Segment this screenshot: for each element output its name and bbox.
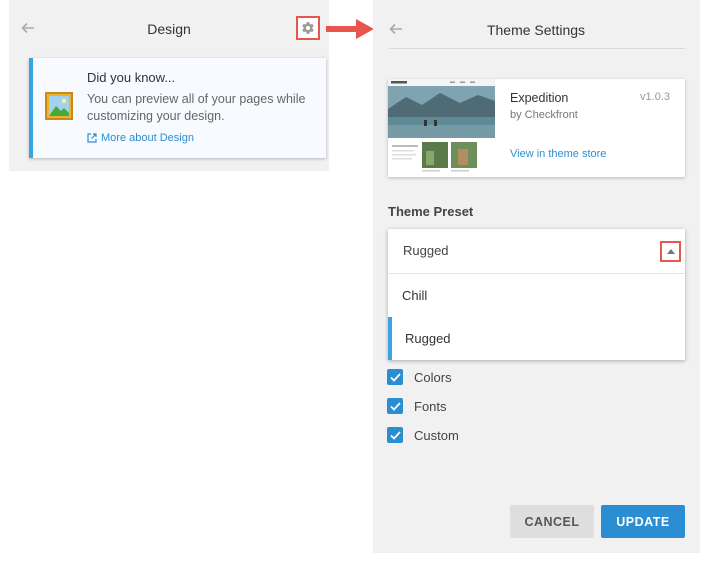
settings-button[interactable] — [296, 16, 320, 40]
dropdown-selected-value: Rugged — [403, 243, 449, 258]
tip-card: Did you know... You can preview all of y… — [29, 58, 326, 158]
checkmark-icon — [389, 430, 401, 440]
view-in-theme-store-link[interactable]: View in theme store — [510, 148, 606, 160]
more-about-design-label: More about Design — [101, 132, 194, 144]
checkbox-fonts[interactable]: Fonts — [387, 398, 447, 414]
option-label: Rugged — [405, 331, 451, 346]
checkbox-colors[interactable]: Colors — [387, 369, 452, 385]
dropdown-toggle-button[interactable] — [660, 241, 681, 262]
dropdown-option-chill[interactable]: Chill — [388, 274, 685, 317]
checkmark-icon — [389, 372, 401, 382]
tip-text: You can preview all of your pages while … — [87, 92, 306, 123]
option-label: Chill — [402, 288, 428, 303]
back-button[interactable] — [17, 17, 39, 39]
theme-author: by Checkfront — [510, 109, 578, 121]
checkbox-label: Fonts — [414, 398, 447, 414]
gear-icon — [302, 22, 314, 34]
design-panel: Design Did you know... You can preview a… — [9, 0, 329, 171]
back-button[interactable] — [385, 18, 407, 40]
more-about-design-link[interactable]: More about Design — [87, 132, 194, 144]
panel-title: Design — [147, 21, 191, 37]
checkbox[interactable] — [387, 369, 403, 385]
arrow-left-icon — [21, 22, 34, 34]
theme-thumbnail — [388, 79, 495, 177]
tip-heading: Did you know... — [87, 70, 176, 85]
checkbox-label: Custom — [414, 427, 459, 443]
update-button[interactable]: UPDATE — [601, 505, 685, 538]
checkbox-label: Colors — [414, 369, 452, 385]
header-divider — [389, 48, 685, 49]
theme-settings-panel: Theme Settings Expedition by Checkfront … — [373, 0, 700, 553]
checkbox[interactable] — [387, 427, 403, 443]
checkmark-icon — [389, 401, 401, 411]
picture-icon — [45, 92, 73, 125]
checkbox-custom[interactable]: Custom — [387, 427, 459, 443]
theme-version: v1.0.3 — [640, 91, 670, 103]
cancel-button[interactable]: CANCEL — [510, 505, 594, 538]
theme-preset-dropdown[interactable]: Rugged Chill Rugged — [388, 229, 685, 360]
arrow-right-icon — [326, 19, 374, 39]
panel-title: Theme Settings — [486, 22, 586, 38]
theme-card: Expedition by Checkfront v1.0.3 View in … — [388, 79, 685, 177]
checkbox[interactable] — [387, 398, 403, 414]
arrow-left-icon — [389, 23, 402, 35]
caret-up-icon — [666, 249, 675, 254]
theme-preset-label: Theme Preset — [388, 204, 474, 219]
dropdown-option-rugged[interactable]: Rugged — [388, 317, 685, 360]
external-link-icon — [87, 133, 97, 143]
theme-name: Expedition — [510, 91, 569, 105]
